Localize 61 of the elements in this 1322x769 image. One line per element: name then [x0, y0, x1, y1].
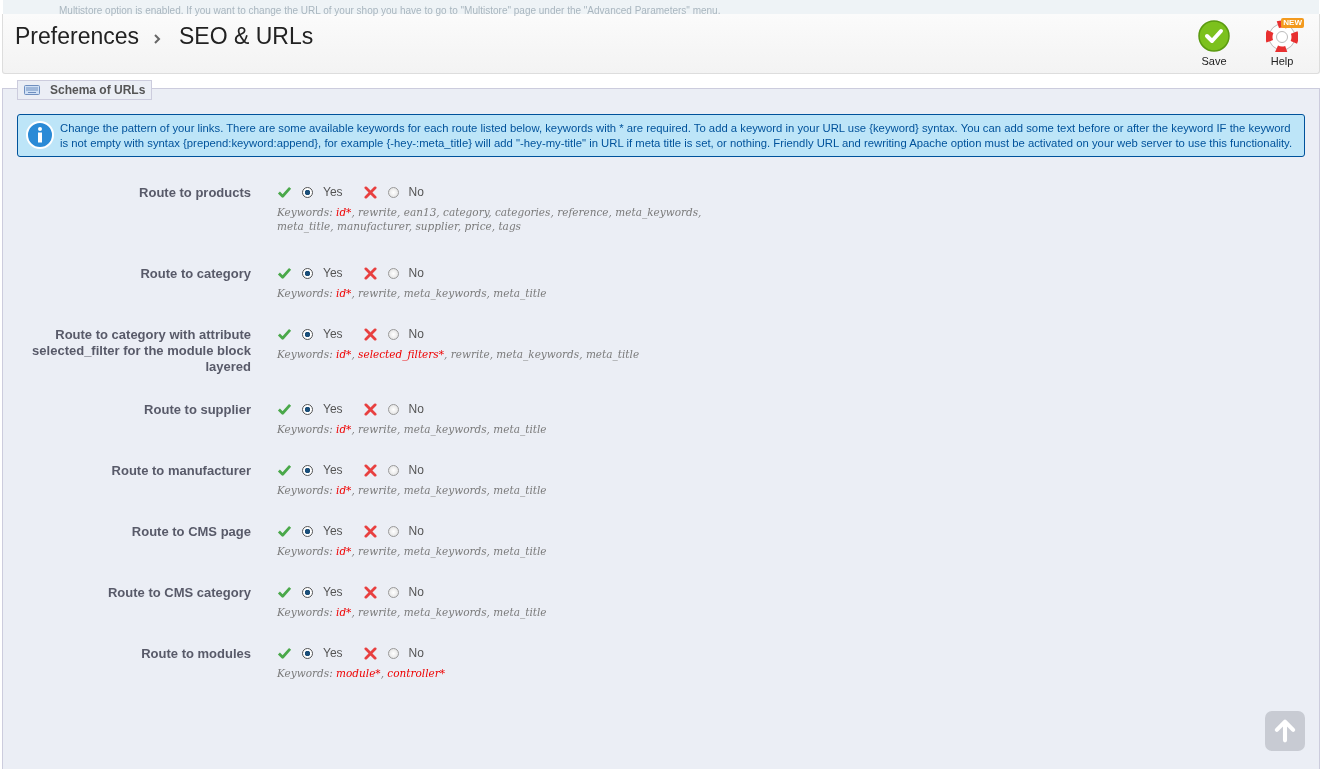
scroll-top-button[interactable] [1265, 711, 1305, 751]
cross-icon [362, 524, 378, 538]
keywords-hint: Keywords: module*, controller* [277, 666, 447, 680]
radio-option[interactable]: No [362, 266, 424, 280]
radio-option[interactable]: No [362, 524, 424, 538]
radio-option[interactable]: Yes [277, 327, 343, 341]
route-label: Route to manufacturer [110, 462, 251, 479]
cross-icon [362, 585, 378, 599]
checkmark-icon [277, 185, 292, 199]
radio-option[interactable]: Yes [277, 463, 343, 477]
route-label: Route to CMS category [107, 584, 251, 601]
cross-icon [362, 646, 378, 660]
checkmark-icon [277, 266, 292, 280]
keywords-hint: Keywords: id*, rewrite, ean13, category, categories, reference, meta_keywords, meta_title, manufacturer, supplier, price, tags [277, 205, 703, 233]
checkmark-icon [277, 585, 292, 599]
notice-text: Multistore option is enabled. If you want to change the URL of your shop you have to go to "Multistore" page under the "Advanced Parameters" menu. [59, 4, 721, 17]
checkmark-icon [1198, 20, 1230, 52]
radio-option[interactable]: Yes [277, 185, 343, 199]
radio-option[interactable]: No [362, 185, 424, 199]
checkmark-icon [277, 646, 292, 660]
breadcrumb-item: Preferences [15, 23, 139, 50]
keywords-hint: Keywords: id*, rewrite, meta_keywords, meta_title [277, 286, 548, 300]
radio-option[interactable]: Yes [277, 402, 343, 416]
radio-option[interactable]: No [362, 646, 424, 660]
keywords-hint: Keywords: id*, rewrite, meta_keywords, meta_title [277, 605, 548, 619]
legend-title: Schema of URLs [50, 83, 146, 97]
checkmark-icon [277, 524, 292, 538]
cross-icon [362, 266, 378, 280]
chevron-icon [153, 33, 161, 44]
keywords-hint: Keywords: id*, rewrite, meta_keywords, meta_title [277, 544, 548, 558]
cross-icon [362, 402, 378, 416]
help-button[interactable]: NEW Help [1257, 20, 1307, 67]
keywords-hint: Keywords: id*, selected_filters*, rewrite, meta_keywords, meta_title [277, 347, 641, 361]
save-button[interactable]: Save [1189, 20, 1239, 67]
route-label: Route to CMS page [130, 523, 251, 540]
keywords-hint: Keywords: id*, rewrite, meta_keywords, meta_title [277, 422, 548, 436]
route-label: Route to supplier [143, 401, 251, 418]
route-label: Route to products [138, 184, 251, 201]
keywords-hint: Keywords: id*, rewrite, meta_keywords, meta_title [277, 483, 548, 497]
route-label: Route to category with attribute selected_filter for the module block layered [31, 326, 251, 375]
keyboard-icon [24, 84, 40, 96]
radio-option[interactable]: No [362, 327, 424, 341]
radio-option[interactable]: Yes [277, 646, 343, 660]
radio-option[interactable]: No [362, 585, 424, 599]
cross-icon [362, 463, 378, 477]
cross-icon [362, 185, 378, 199]
checkmark-icon [277, 327, 292, 341]
radio-option[interactable]: Yes [277, 585, 343, 599]
cross-icon [362, 327, 378, 341]
new-badge: NEW [1281, 18, 1304, 28]
route-label: Route to category [139, 265, 251, 282]
checkmark-icon [277, 402, 292, 416]
radio-option[interactable]: No [362, 402, 424, 416]
info-icon [26, 121, 54, 149]
info-text: Change the pattern of your links. There are some available keywords for each route listed below, keywords with * are required. To add a keyword in your URL use {keyword} syntax. You can add some text before or after the keyword IF the keyword is not empty with syntax {prepend:keyword:append}, for example {-hey-:meta_title} will add "-hey-my-title" in URL if meta title is set, or nothing. Friendly URL and rewriting Apache option must be activated on your web server to use this functionality. [60, 121, 1294, 151]
radio-option[interactable]: No [362, 463, 424, 477]
route-label: Route to modules [140, 645, 251, 662]
radio-option[interactable]: Yes [277, 524, 343, 538]
radio-option[interactable]: Yes [277, 266, 343, 280]
checkmark-icon [277, 463, 292, 477]
breadcrumb-item: SEO & URLs [179, 23, 314, 50]
